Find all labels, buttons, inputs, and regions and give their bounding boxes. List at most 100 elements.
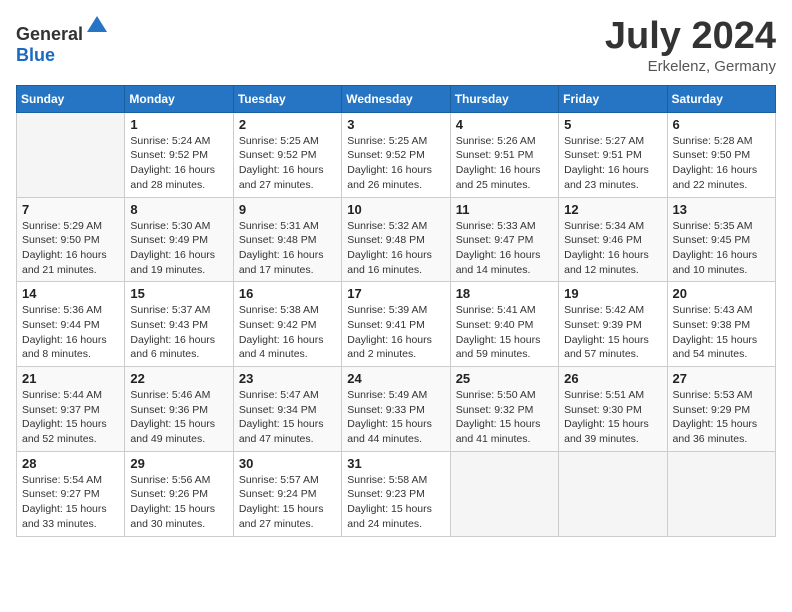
calendar-cell: 1 Sunrise: 5:24 AMSunset: 9:52 PMDaylight… — [125, 112, 233, 197]
day-info: Sunrise: 5:25 AMSunset: 9:52 PMDaylight:… — [347, 134, 444, 193]
day-number: 1 — [130, 117, 227, 132]
calendar-cell: 21Sunrise: 5:44 AMSunset: 9:37 PMDayligh… — [17, 367, 125, 452]
day-number: 11 — [456, 202, 553, 217]
calendar-table: SundayMondayTuesdayWednesdayThursdayFrid… — [16, 85, 776, 537]
calendar-cell: 12 Sunrise: 5:34 AMSunset: 9:46 PMDayligh… — [559, 197, 667, 282]
day-info: Sunrise: 5:36 AMSunset: 9:44 PMDaylight:… — [22, 303, 119, 362]
day-number: 4 — [456, 117, 553, 132]
calendar-cell: 6 Sunrise: 5:28 AMSunset: 9:50 PMDaylight… — [667, 112, 775, 197]
day-info: Sunrise: 5:54 AMSunset: 9:27 PMDaylight:… — [22, 473, 119, 532]
calendar-week-row: 14 Sunrise: 5:36 AMSunset: 9:44 PMDayligh… — [17, 282, 776, 367]
calendar-cell: 18Sunrise: 5:41 AMSunset: 9:40 PMDayligh… — [450, 282, 558, 367]
weekday-header: Friday — [559, 85, 667, 112]
page-header: General Blue July 2024 Erkelenz, Germany — [16, 16, 776, 75]
calendar-cell: 23 Sunrise: 5:47 AMSunset: 9:34 PMDayligh… — [233, 367, 341, 452]
logo-text: General Blue — [16, 16, 109, 66]
day-info: Sunrise: 5:25 AMSunset: 9:52 PMDaylight:… — [239, 134, 336, 193]
calendar-cell: 17 Sunrise: 5:39 AMSunset: 9:41 PMDayligh… — [342, 282, 450, 367]
day-info: Sunrise: 5:34 AMSunset: 9:46 PMDaylight:… — [564, 219, 661, 278]
day-number: 15 — [130, 286, 227, 301]
day-info: Sunrise: 5:27 AMSunset: 9:51 PMDaylight:… — [564, 134, 661, 193]
calendar-header-row: SundayMondayTuesdayWednesdayThursdayFrid… — [17, 85, 776, 112]
day-info: Sunrise: 5:35 AMSunset: 9:45 PMDaylight:… — [673, 219, 770, 278]
day-number: 27 — [673, 371, 770, 386]
day-info: Sunrise: 5:39 AMSunset: 9:41 PMDaylight:… — [347, 303, 444, 362]
calendar-cell: 4 Sunrise: 5:26 AMSunset: 9:51 PMDaylight… — [450, 112, 558, 197]
calendar-cell: 24Sunrise: 5:49 AMSunset: 9:33 PMDayligh… — [342, 367, 450, 452]
calendar-cell: 19Sunrise: 5:42 AMSunset: 9:39 PMDayligh… — [559, 282, 667, 367]
calendar-week-row: 7 Sunrise: 5:29 AMSunset: 9:50 PMDaylight… — [17, 197, 776, 282]
weekday-header: Tuesday — [233, 85, 341, 112]
calendar-cell: 13 Sunrise: 5:35 AMSunset: 9:45 PMDayligh… — [667, 197, 775, 282]
calendar-cell: 9Sunrise: 5:31 AMSunset: 9:48 PMDaylight… — [233, 197, 341, 282]
day-number: 16 — [239, 286, 336, 301]
weekday-header: Sunday — [17, 85, 125, 112]
day-info: Sunrise: 5:57 AMSunset: 9:24 PMDaylight:… — [239, 473, 336, 532]
day-number: 8 — [130, 202, 227, 217]
day-number: 25 — [456, 371, 553, 386]
day-number: 6 — [673, 117, 770, 132]
day-number: 10 — [347, 202, 444, 217]
day-number: 3 — [347, 117, 444, 132]
day-number: 14 — [22, 286, 119, 301]
day-info: Sunrise: 5:29 AMSunset: 9:50 PMDaylight:… — [22, 219, 119, 278]
logo-blue: Blue — [16, 45, 55, 65]
day-number: 30 — [239, 456, 336, 471]
day-info: Sunrise: 5:32 AMSunset: 9:48 PMDaylight:… — [347, 219, 444, 278]
calendar-cell: 28Sunrise: 5:54 AMSunset: 9:27 PMDayligh… — [17, 451, 125, 536]
day-info: Sunrise: 5:44 AMSunset: 9:37 PMDaylight:… — [22, 388, 119, 447]
day-number: 13 — [673, 202, 770, 217]
day-number: 2 — [239, 117, 336, 132]
day-info: Sunrise: 5:49 AMSunset: 9:33 PMDaylight:… — [347, 388, 444, 447]
location-subtitle: Erkelenz, Germany — [605, 58, 776, 75]
calendar-cell — [667, 451, 775, 536]
day-info: Sunrise: 5:38 AMSunset: 9:42 PMDaylight:… — [239, 303, 336, 362]
day-info: Sunrise: 5:56 AMSunset: 9:26 PMDaylight:… — [130, 473, 227, 532]
day-number: 26 — [564, 371, 661, 386]
day-info: Sunrise: 5:28 AMSunset: 9:50 PMDaylight:… — [673, 134, 770, 193]
day-number: 23 — [239, 371, 336, 386]
calendar-cell: 3 Sunrise: 5:25 AMSunset: 9:52 PMDaylight… — [342, 112, 450, 197]
day-info: Sunrise: 5:33 AMSunset: 9:47 PMDaylight:… — [456, 219, 553, 278]
calendar-week-row: 1 Sunrise: 5:24 AMSunset: 9:52 PMDaylight… — [17, 112, 776, 197]
calendar-cell: 30 Sunrise: 5:57 AMSunset: 9:24 PMDayligh… — [233, 451, 341, 536]
calendar-cell: 11 Sunrise: 5:33 AMSunset: 9:47 PMDayligh… — [450, 197, 558, 282]
day-number: 7 — [22, 202, 119, 217]
month-year-title: July 2024 — [605, 16, 776, 58]
day-number: 17 — [347, 286, 444, 301]
day-number: 22 — [130, 371, 227, 386]
day-info: Sunrise: 5:46 AMSunset: 9:36 PMDaylight:… — [130, 388, 227, 447]
calendar-cell: 27 Sunrise: 5:53 AMSunset: 9:29 PMDayligh… — [667, 367, 775, 452]
calendar-cell: 2 Sunrise: 5:25 AMSunset: 9:52 PMDaylight… — [233, 112, 341, 197]
day-info: Sunrise: 5:58 AMSunset: 9:23 PMDaylight:… — [347, 473, 444, 532]
weekday-header: Wednesday — [342, 85, 450, 112]
day-info: Sunrise: 5:51 AMSunset: 9:30 PMDaylight:… — [564, 388, 661, 447]
day-number: 9 — [239, 202, 336, 217]
calendar-cell — [559, 451, 667, 536]
calendar-cell — [450, 451, 558, 536]
day-number: 20 — [673, 286, 770, 301]
calendar-cell: 7 Sunrise: 5:29 AMSunset: 9:50 PMDaylight… — [17, 197, 125, 282]
day-info: Sunrise: 5:50 AMSunset: 9:32 PMDaylight:… — [456, 388, 553, 447]
calendar-cell: 8Sunrise: 5:30 AMSunset: 9:49 PMDaylight… — [125, 197, 233, 282]
logo-general: General — [16, 24, 83, 44]
day-info: Sunrise: 5:47 AMSunset: 9:34 PMDaylight:… — [239, 388, 336, 447]
calendar-week-row: 28Sunrise: 5:54 AMSunset: 9:27 PMDayligh… — [17, 451, 776, 536]
day-number: 18 — [456, 286, 553, 301]
day-info: Sunrise: 5:26 AMSunset: 9:51 PMDaylight:… — [456, 134, 553, 193]
day-info: Sunrise: 5:43 AMSunset: 9:38 PMDaylight:… — [673, 303, 770, 362]
day-info: Sunrise: 5:53 AMSunset: 9:29 PMDaylight:… — [673, 388, 770, 447]
logo: General Blue — [16, 16, 109, 66]
calendar-cell: 22 Sunrise: 5:46 AMSunset: 9:36 PMDayligh… — [125, 367, 233, 452]
weekday-header: Saturday — [667, 85, 775, 112]
calendar-cell: 26 Sunrise: 5:51 AMSunset: 9:30 PMDayligh… — [559, 367, 667, 452]
day-info: Sunrise: 5:24 AMSunset: 9:52 PMDaylight:… — [130, 134, 227, 193]
day-number: 12 — [564, 202, 661, 217]
calendar-cell: 20 Sunrise: 5:43 AMSunset: 9:38 PMDayligh… — [667, 282, 775, 367]
logo-icon — [85, 14, 109, 38]
calendar-cell: 15Sunrise: 5:37 AMSunset: 9:43 PMDayligh… — [125, 282, 233, 367]
day-info: Sunrise: 5:42 AMSunset: 9:39 PMDaylight:… — [564, 303, 661, 362]
weekday-header: Monday — [125, 85, 233, 112]
calendar-cell: 25 Sunrise: 5:50 AMSunset: 9:32 PMDayligh… — [450, 367, 558, 452]
calendar-cell — [17, 112, 125, 197]
